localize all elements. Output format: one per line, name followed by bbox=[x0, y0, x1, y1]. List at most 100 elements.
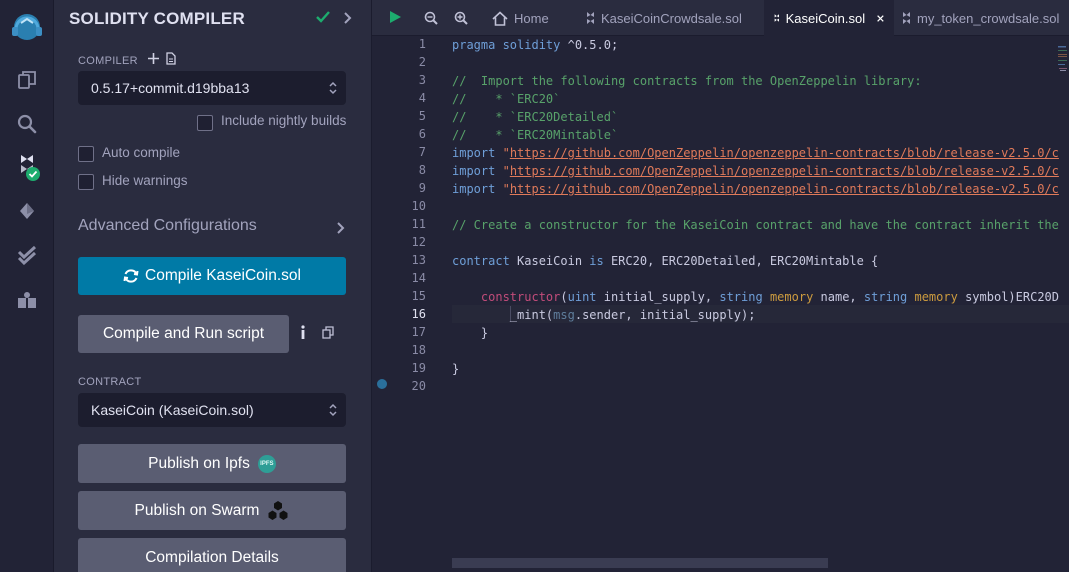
plugin-manager-icon[interactable] bbox=[0, 282, 54, 318]
tab-kaseicoincrowdsale[interactable]: KaseiCoinCrowdsale.sol bbox=[578, 0, 750, 36]
test-icon[interactable] bbox=[0, 237, 54, 273]
solidity-file-icon bbox=[587, 12, 594, 24]
line-number: 6 bbox=[418, 127, 426, 141]
select-arrows-icon bbox=[329, 81, 337, 95]
line-number: 15 bbox=[411, 289, 426, 303]
code-line: pragma solidity ^0.5.0; bbox=[452, 38, 619, 52]
line-number-gutter: 1 2 3 4 5 6 7 8 9 10 11 12 13 14 15 16 1… bbox=[372, 36, 452, 572]
run-script-icon[interactable] bbox=[389, 10, 402, 24]
line-number: 18 bbox=[411, 343, 426, 357]
contract-label: CONTRACT bbox=[78, 376, 142, 388]
compile-and-run-button[interactable]: Compile and Run script bbox=[78, 315, 289, 353]
line-number: 2 bbox=[418, 55, 426, 69]
code-line: } bbox=[452, 326, 489, 340]
swarm-icon bbox=[268, 500, 288, 520]
code-line: import "https://github.com/OpenZeppelin/… bbox=[452, 164, 1059, 178]
nightly-builds-checkbox[interactable] bbox=[197, 115, 213, 131]
tab-my-token-crowdsale[interactable]: my_token_crowdsale.sol bbox=[894, 0, 1067, 36]
hide-warnings-checkbox[interactable] bbox=[78, 174, 94, 190]
code-line: import "https://github.com/OpenZeppelin/… bbox=[452, 146, 1059, 160]
contract-select[interactable]: KaseiCoin (KaseiCoin.sol) bbox=[78, 393, 346, 427]
compiler-version-value: 0.5.17+commit.d19bba13 bbox=[91, 80, 250, 96]
line-number: 10 bbox=[411, 199, 426, 213]
code-line: constructor(uint initial_supply, string … bbox=[480, 290, 1059, 304]
line-number: 4 bbox=[418, 91, 426, 105]
tab-label: KaseiCoin.sol bbox=[785, 10, 866, 26]
solidity-file-icon bbox=[903, 12, 910, 24]
home-icon bbox=[492, 10, 508, 26]
compile-and-run-label: Compile and Run script bbox=[102, 325, 265, 342]
auto-compile-checkbox[interactable] bbox=[78, 146, 94, 162]
zoom-in-icon[interactable] bbox=[454, 11, 468, 25]
remix-logo[interactable] bbox=[0, 6, 54, 48]
line-number: 8 bbox=[418, 163, 426, 177]
code-line: // * `ERC20Mintable` bbox=[452, 128, 619, 142]
code-line: // * `ERC20Detailed` bbox=[452, 110, 619, 124]
copy-icon[interactable] bbox=[322, 326, 334, 339]
nightly-builds-label: Include nightly builds bbox=[221, 113, 347, 128]
info-icon[interactable] bbox=[300, 325, 306, 339]
line-number: 13 bbox=[411, 253, 426, 267]
import-link[interactable]: https://github.com/OpenZeppelin/openzepp… bbox=[510, 164, 1059, 178]
line-number: 14 bbox=[411, 271, 426, 285]
horizontal-scrollbar[interactable] bbox=[452, 558, 828, 568]
tab-home[interactable]: Home bbox=[488, 0, 553, 36]
chevron-right-icon[interactable] bbox=[337, 222, 345, 234]
line-number: 12 bbox=[411, 235, 426, 249]
compiler-version-select[interactable]: 0.5.17+commit.d19bba13 bbox=[78, 71, 346, 105]
line-number-active: 16 bbox=[411, 307, 426, 321]
compile-button[interactable]: Compile KaseiCoin.sol bbox=[78, 257, 346, 295]
code-line: // Create a constructor for the KaseiCoi… bbox=[452, 218, 1059, 232]
code-area[interactable]: pragma solidity ^0.5.0; // Import the fo… bbox=[452, 36, 1069, 556]
line-number: 11 bbox=[411, 217, 426, 231]
refresh-icon bbox=[123, 269, 139, 283]
search-icon[interactable] bbox=[0, 106, 54, 142]
compiled-check-icon bbox=[316, 11, 330, 23]
panel-title: SOLIDITY COMPILER bbox=[69, 9, 245, 28]
solidity-compiler-icon[interactable] bbox=[0, 149, 54, 185]
advanced-configurations-toggle[interactable]: Advanced Configurations bbox=[78, 217, 257, 235]
publish-swarm-button[interactable]: Publish on Swarm bbox=[78, 491, 346, 530]
solidity-compiler-panel: SOLIDITY COMPILER COMPILER 0.5.17+commit… bbox=[54, 0, 372, 572]
solidity-file-icon bbox=[774, 14, 779, 22]
line-number: 3 bbox=[418, 73, 426, 87]
tab-label: KaseiCoinCrowdsale.sol bbox=[601, 10, 742, 26]
zoom-out-icon[interactable] bbox=[424, 11, 438, 25]
contract-select-value: KaseiCoin (KaseiCoin.sol) bbox=[91, 402, 254, 418]
code-line-active: _mint(msg.sender, initial_supply); bbox=[509, 308, 756, 322]
tab-label: my_token_crowdsale.sol bbox=[917, 10, 1060, 26]
line-number: 9 bbox=[418, 181, 426, 195]
compilation-details-button[interactable]: Compilation Details bbox=[78, 538, 346, 572]
code-line: // Import the following contracts from t… bbox=[452, 74, 922, 88]
publish-ipfs-button[interactable]: Publish on Ipfs IPFS bbox=[78, 444, 346, 483]
tab-kaseicoin[interactable]: KaseiCoin.sol bbox=[764, 0, 894, 36]
ipfs-icon: IPFS bbox=[257, 454, 276, 473]
editor-tab-bar: Home KaseiCoinCrowdsale.sol KaseiCoin.so… bbox=[372, 0, 1069, 36]
line-number: 19 bbox=[411, 361, 426, 375]
deploy-run-icon[interactable] bbox=[0, 193, 54, 229]
publish-swarm-label: Publish on Swarm bbox=[134, 501, 260, 519]
line-number: 17 bbox=[411, 325, 426, 339]
compilation-details-label: Compilation Details bbox=[145, 548, 279, 566]
line-number: 5 bbox=[418, 109, 426, 123]
import-link[interactable]: https://github.com/OpenZeppelin/openzepp… bbox=[510, 146, 1059, 160]
minimap[interactable] bbox=[1058, 46, 1068, 76]
chevron-right-icon[interactable] bbox=[344, 12, 352, 24]
line-number: 7 bbox=[418, 145, 426, 159]
icon-rail bbox=[0, 0, 54, 572]
add-compiler-icon[interactable] bbox=[148, 53, 159, 64]
publish-ipfs-label: Publish on Ipfs bbox=[148, 454, 250, 472]
select-arrows-icon bbox=[329, 403, 337, 417]
hide-warnings-label: Hide warnings bbox=[102, 173, 188, 188]
line-number: 1 bbox=[418, 37, 426, 51]
auto-compile-label: Auto compile bbox=[102, 145, 181, 160]
close-icon[interactable] bbox=[877, 13, 884, 24]
code-line: contract KaseiCoin is ERC20, ERC20Detail… bbox=[452, 254, 879, 268]
compile-button-label: Compile KaseiCoin.sol bbox=[145, 267, 301, 284]
breakpoint-marker[interactable] bbox=[377, 379, 387, 389]
code-editor[interactable]: 1 2 3 4 5 6 7 8 9 10 11 12 13 14 15 16 1… bbox=[372, 36, 1069, 572]
import-link[interactable]: https://github.com/OpenZeppelin/openzepp… bbox=[510, 182, 1059, 196]
code-line: import "https://github.com/OpenZeppelin/… bbox=[452, 182, 1059, 196]
document-icon[interactable] bbox=[166, 52, 176, 65]
file-explorer-icon[interactable] bbox=[0, 62, 54, 98]
